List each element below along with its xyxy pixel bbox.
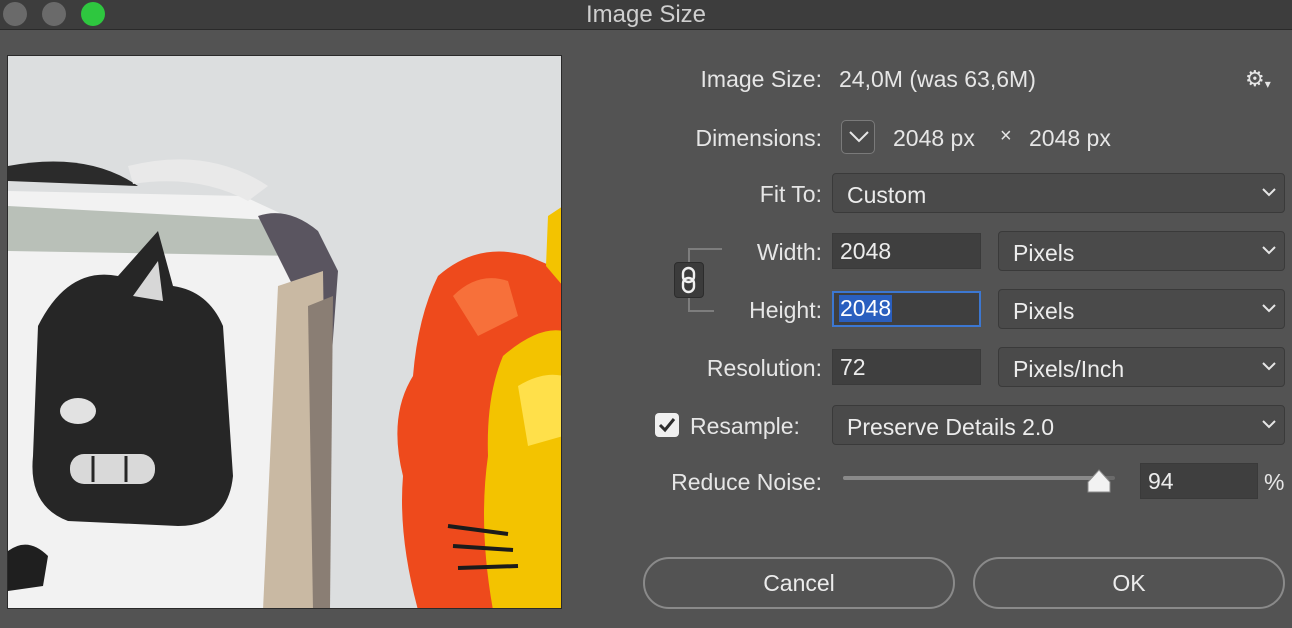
resolution-unit: Pixels/Inch [1013, 356, 1125, 382]
resolution-unit-select[interactable]: Pixels/Inch [998, 347, 1285, 387]
width-unit-select[interactable]: Pixels [998, 231, 1285, 271]
chevron-down-icon [1262, 420, 1276, 429]
resolution-label: Resolution: [706, 355, 822, 381]
checkmark-icon [658, 418, 676, 433]
ok-button[interactable]: OK [973, 557, 1285, 609]
fit-to-value: Custom [847, 182, 927, 208]
resample-method: Preserve Details 2.0 [847, 414, 1055, 440]
slider-thumb-icon[interactable] [1086, 468, 1112, 494]
fit-to-select[interactable]: Custom [832, 173, 1285, 213]
window-title: Image Size [585, 1, 707, 28]
gear-icon[interactable]: ⚙▾ [1245, 66, 1271, 92]
height-unit-select[interactable]: Pixels [998, 289, 1285, 329]
chevron-down-icon [1262, 362, 1276, 371]
dimensions-height: 2048 px [1029, 125, 1111, 151]
dimensions-width: 2048 px [893, 125, 975, 151]
height-value: 2048 [839, 295, 893, 322]
dimensions-unit-dropdown[interactable] [841, 120, 875, 154]
reduce-noise-input[interactable]: 94 [1140, 463, 1258, 499]
cancel-button[interactable]: Cancel [643, 557, 955, 609]
dimensions-label: Dimensions: [695, 125, 822, 151]
resolution-value: 72 [840, 354, 866, 380]
height-input[interactable]: 2048 [832, 291, 981, 327]
reduce-noise-unit: % [1264, 469, 1285, 495]
preview-image [8, 56, 561, 608]
width-label: Width: [756, 239, 822, 265]
width-value: 2048 [840, 238, 892, 264]
reduce-noise-label: Reduce Noise: [671, 469, 822, 495]
reduce-noise-value: 94 [1148, 468, 1174, 494]
height-label: Height: [749, 297, 822, 323]
dimensions-times: × [1000, 125, 1012, 147]
resample-label[interactable]: Resample: [690, 413, 800, 440]
width-unit: Pixels [1013, 240, 1075, 266]
image-preview[interactable] [7, 55, 562, 609]
chevron-down-icon [1262, 246, 1276, 255]
chevron-down-icon [1262, 188, 1276, 197]
title-bar: Image Size [0, 0, 1292, 30]
image-size-label: Image Size: [700, 66, 822, 92]
chevron-down-icon [1262, 304, 1276, 313]
fit-to-label: Fit To: [759, 181, 822, 207]
resample-checkbox[interactable] [655, 413, 679, 437]
chain-link-icon [681, 266, 696, 294]
height-unit: Pixels [1013, 298, 1075, 324]
image-size-value: 24,0M (was 63,6M) [839, 66, 1036, 92]
reduce-noise-slider-fill [843, 476, 1099, 480]
chevron-down-icon [849, 131, 869, 143]
constrain-proportions-button[interactable] [674, 262, 704, 298]
width-input[interactable]: 2048 [832, 233, 981, 269]
resample-method-select[interactable]: Preserve Details 2.0 [832, 405, 1285, 445]
reduce-noise-slider[interactable] [843, 476, 1115, 480]
resolution-input[interactable]: 72 [832, 349, 981, 385]
